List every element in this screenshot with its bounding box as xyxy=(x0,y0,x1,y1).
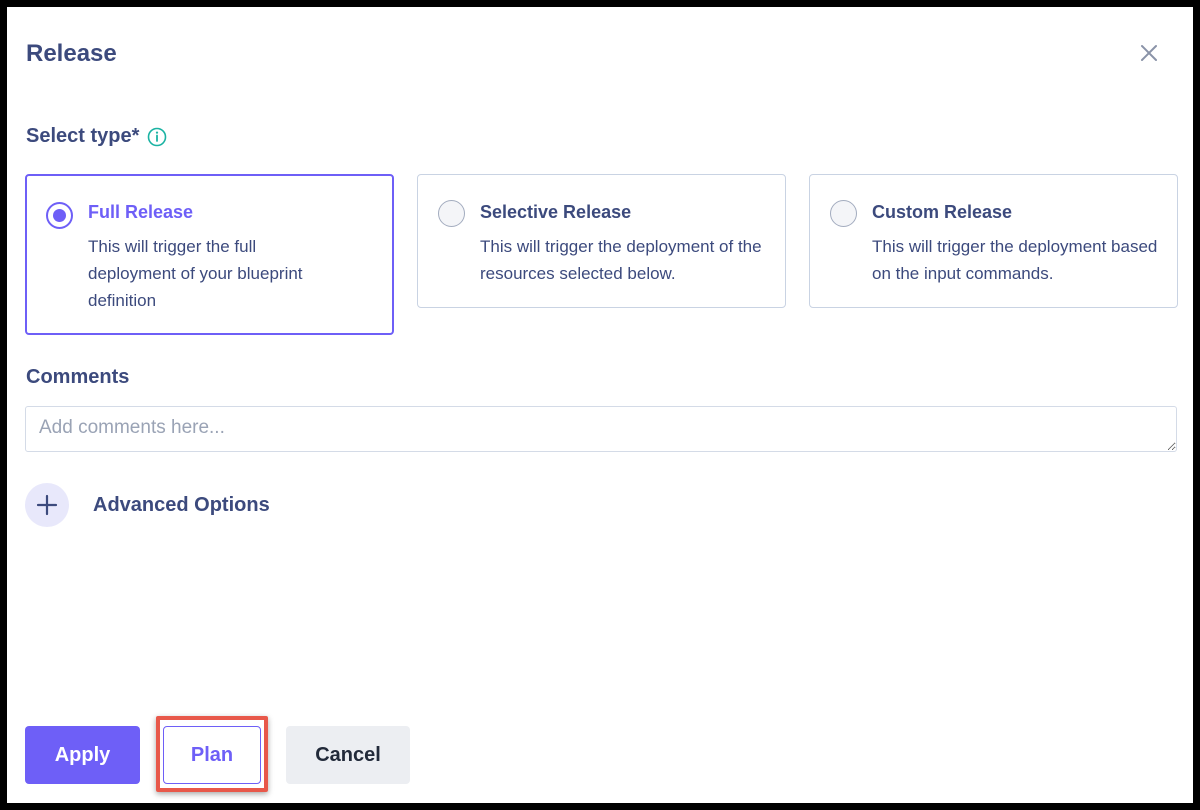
option-title: Custom Release xyxy=(872,202,1013,222)
close-icon xyxy=(1140,44,1158,67)
advanced-options-label: Advanced Options xyxy=(93,493,270,516)
release-dialog: Release Select type* Full Release This w… xyxy=(7,7,1193,803)
option-description: This will trigger the deployment based o… xyxy=(872,237,1158,283)
plan-button[interactable]: Plan xyxy=(163,726,261,784)
plus-icon[interactable] xyxy=(25,483,69,527)
release-type-full[interactable]: Full Release This will trigger the full … xyxy=(25,174,394,335)
comments-field[interactable] xyxy=(25,406,1177,452)
radio-selected-dot xyxy=(53,209,66,222)
option-title: Full Release xyxy=(88,202,194,222)
radio-custom-release[interactable] xyxy=(830,200,857,227)
apply-button[interactable]: Apply xyxy=(25,726,140,784)
option-description: This will trigger the full deployment of… xyxy=(88,237,303,310)
release-type-custom[interactable]: Custom Release This will trigger the dep… xyxy=(809,174,1178,308)
select-type-text: Select type* xyxy=(26,125,140,147)
radio-full-release[interactable] xyxy=(46,202,73,229)
dialog-title: Release xyxy=(26,40,117,67)
info-icon[interactable] xyxy=(147,127,167,147)
cancel-button[interactable]: Cancel xyxy=(286,726,410,784)
close-button[interactable] xyxy=(1137,43,1161,67)
option-title: Selective Release xyxy=(480,202,632,222)
radio-selective-release[interactable] xyxy=(438,200,465,227)
advanced-options-toggle[interactable]: Advanced Options xyxy=(25,483,270,527)
release-type-selective[interactable]: Selective Release This will trigger the … xyxy=(417,174,786,308)
select-type-label: Select type* xyxy=(26,125,167,148)
comments-label: Comments xyxy=(26,366,130,388)
option-description: This will trigger the deployment of the … xyxy=(480,237,762,283)
